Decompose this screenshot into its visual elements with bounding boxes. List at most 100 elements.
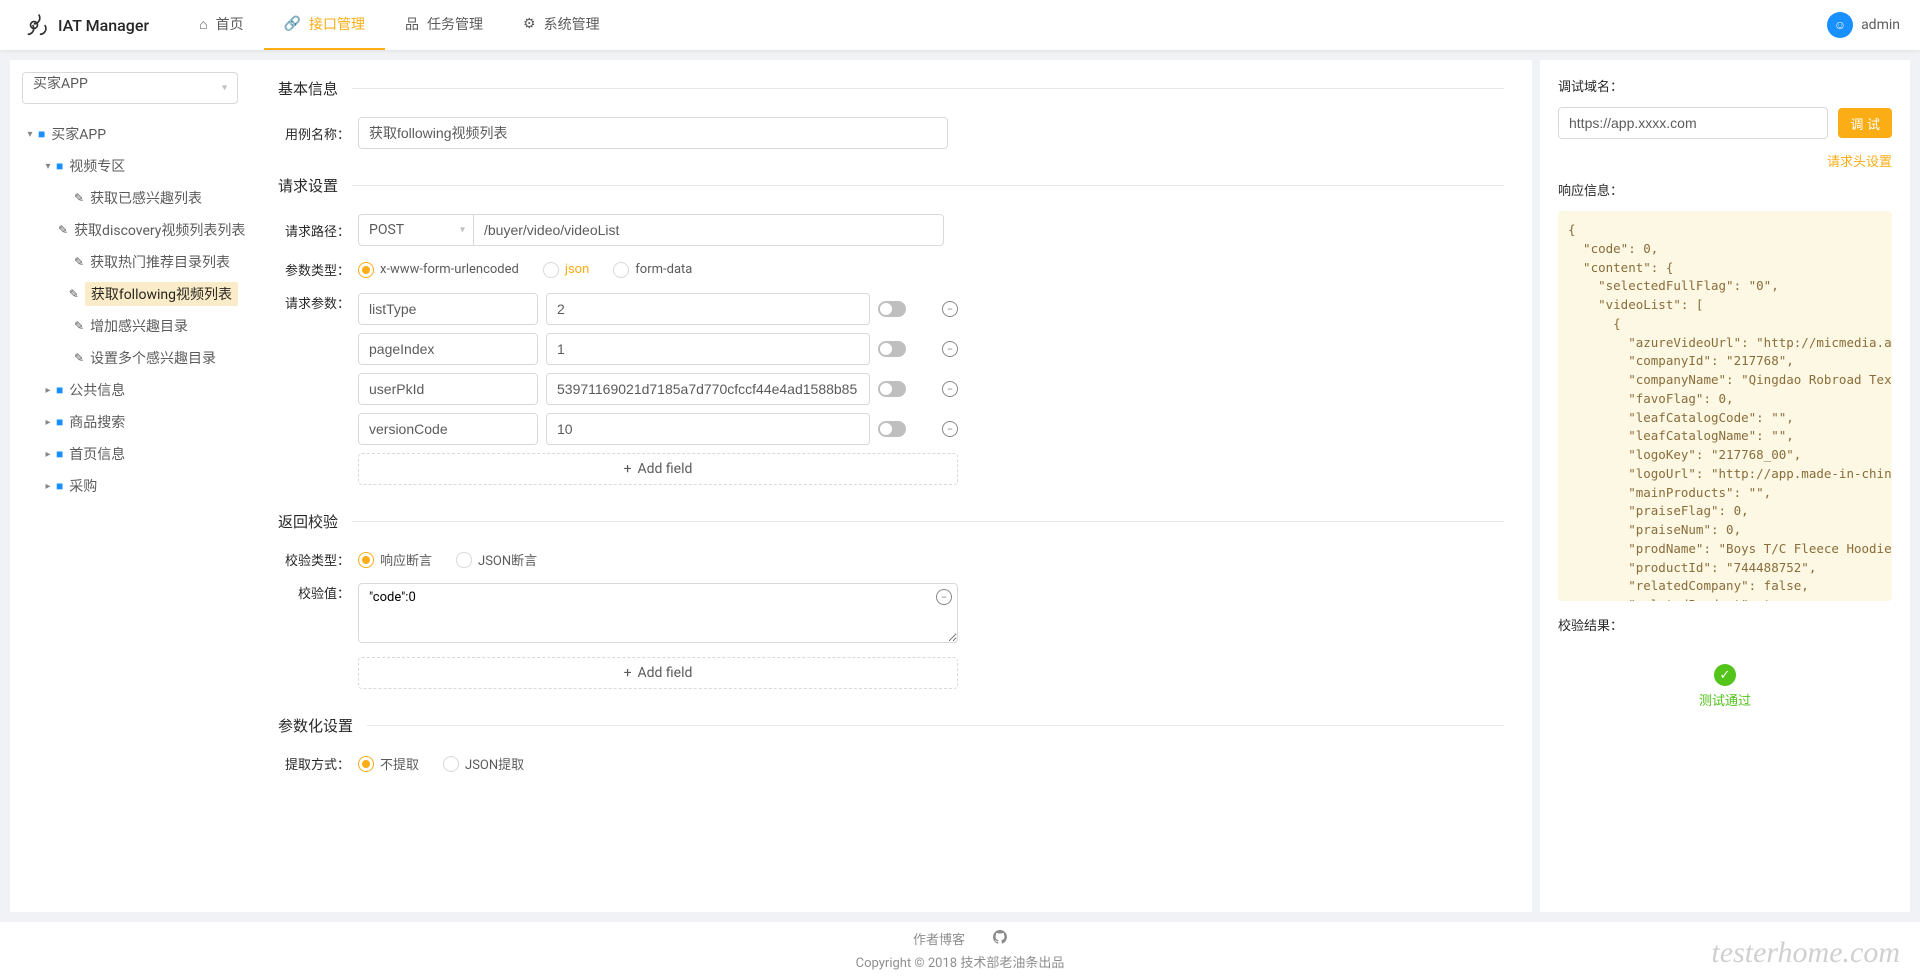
tree-item[interactable]: ✎获取热门推荐目录列表	[58, 246, 238, 278]
method-select[interactable]: POST▾	[358, 214, 474, 246]
debug-button[interactable]: 调 试	[1838, 108, 1892, 138]
tree-item[interactable]: ✎增加感兴趣目录	[58, 310, 238, 342]
param-key-input[interactable]	[358, 413, 538, 445]
main-content: 基本信息 用例名称： 请求设置 请求路径： POST▾ 参数类型： x-www-…	[250, 60, 1532, 912]
label-request-path: 请求路径：	[278, 221, 350, 240]
radio-no-extract[interactable]: 不提取	[358, 754, 419, 773]
remove-check-button[interactable]: −	[936, 589, 952, 605]
biohazard-icon	[20, 11, 48, 39]
label-request-params: 请求参数：	[278, 293, 350, 312]
folder-icon: ■	[56, 479, 63, 493]
gear-icon: ⚙	[523, 16, 536, 32]
tree: ▾■买家APP ▾■视频专区 ✎ 获取已感兴趣列表 ✎获取discovery视频列表…	[22, 118, 238, 502]
param-row: −	[358, 413, 958, 445]
param-row: −	[358, 293, 958, 325]
add-param-button[interactable]: +Add field	[358, 453, 958, 485]
tree-item[interactable]: ✎获取discovery视频列表列表	[58, 214, 238, 246]
remove-param-button[interactable]: −	[942, 381, 958, 397]
logo[interactable]: IAT Manager	[20, 11, 149, 39]
node-label: 获取已感兴趣列表	[90, 186, 202, 210]
radio-json-assert[interactable]: JSON断言	[456, 550, 537, 569]
param-value-input[interactable]	[546, 333, 870, 365]
nav-tasks[interactable]: 品任务管理	[385, 0, 503, 50]
param-key-input[interactable]	[358, 333, 538, 365]
radio-label: JSON断言	[478, 550, 537, 569]
app-title: IAT Manager	[58, 16, 149, 35]
label-param-type: 参数类型：	[278, 260, 350, 279]
request-headers-link[interactable]: 请求头设置	[1827, 155, 1892, 170]
param-key-input[interactable]	[358, 293, 538, 325]
param-toggle[interactable]	[878, 421, 906, 437]
app-select[interactable]: 买家APP ▾	[22, 72, 238, 104]
label-extract-mode: 提取方式：	[278, 754, 350, 773]
edit-icon: ✎	[69, 287, 79, 301]
param-toggle[interactable]	[878, 341, 906, 357]
radio-form-data[interactable]: form-data	[613, 262, 692, 278]
check-result-badge: ✓ 测试通过	[1558, 646, 1892, 727]
domain-input[interactable]	[1558, 107, 1828, 139]
tree-folder[interactable]: ▸■首页信息	[40, 438, 238, 470]
tree-item[interactable]: ✎设置多个感兴趣目录	[58, 342, 238, 374]
app-select-value: 买家APP	[33, 76, 88, 92]
caret-down-icon: ▾	[22, 129, 38, 140]
tree-folder[interactable]: ▸■公共信息	[40, 374, 238, 406]
grid-icon: 品	[405, 14, 419, 34]
radio-response-assert[interactable]: 响应断言	[358, 550, 432, 569]
caret-down-icon: ▾	[40, 161, 56, 172]
check-value-input[interactable]	[358, 583, 958, 643]
header: IAT Manager ⌂首页 🔗接口管理 品任务管理 ⚙ 系统管理 ☺ admi…	[0, 0, 1920, 50]
param-toggle[interactable]	[878, 301, 906, 317]
avatar[interactable]: ☺	[1827, 12, 1853, 38]
link-icon: 🔗	[284, 16, 301, 32]
footer: 作者博客 Copyright © 2018 技术部老油条出品	[0, 922, 1920, 978]
param-toggle[interactable]	[878, 381, 906, 397]
edit-icon: ✎	[74, 191, 84, 205]
github-link[interactable]	[993, 930, 1007, 948]
nav-label: 系统管理	[544, 14, 600, 34]
param-key-input[interactable]	[358, 373, 538, 405]
param-value-input[interactable]	[546, 373, 870, 405]
param-value-input[interactable]	[546, 293, 870, 325]
plus-icon: +	[624, 461, 632, 477]
nav-system[interactable]: ⚙ 系统管理	[503, 0, 620, 50]
label-case-name: 用例名称：	[278, 124, 350, 143]
param-row: −	[358, 333, 958, 365]
section-title: 请求设置	[278, 175, 1504, 196]
debug-panel: 调试域名： 调 试 请求头设置 响应信息： { "code": 0, "cont…	[1540, 60, 1910, 912]
radio-json[interactable]: json	[543, 262, 589, 278]
label-check-value: 校验值：	[278, 583, 350, 602]
radio-label: form-data	[635, 262, 692, 277]
chevron-down-icon: ▾	[460, 225, 465, 236]
nav-interface[interactable]: 🔗接口管理	[264, 0, 385, 50]
main-nav: ⌂首页 🔗接口管理 品任务管理 ⚙ 系统管理	[179, 0, 619, 50]
label-check-result: 校验结果：	[1558, 615, 1634, 634]
tree-folder[interactable]: ▸■商品搜索	[40, 406, 238, 438]
radio-json-extract[interactable]: JSON提取	[443, 754, 524, 773]
caret-right-icon: ▸	[40, 385, 56, 396]
remove-param-button[interactable]: −	[942, 301, 958, 317]
user-name[interactable]: admin	[1861, 17, 1900, 33]
tree-item[interactable]: ✎获取following视频列表	[58, 278, 238, 310]
tree-item[interactable]: ✎ 获取已感兴趣列表	[58, 182, 238, 214]
tree-root[interactable]: ▾■买家APP	[22, 118, 238, 150]
label-response: 响应信息：	[1558, 180, 1634, 199]
section-param-config: 参数化设置 提取方式： 不提取 JSON提取	[278, 715, 1504, 773]
blog-link[interactable]: 作者博客	[913, 929, 965, 948]
case-name-input[interactable]	[358, 117, 948, 149]
label-domain: 调试域名：	[1558, 76, 1634, 95]
tree-folder[interactable]: ▸■采购	[40, 470, 238, 502]
check-circle-icon: ✓	[1714, 664, 1736, 686]
tree-folder-video[interactable]: ▾■视频专区	[40, 150, 238, 182]
add-field-label: Add field	[638, 665, 693, 681]
radio-urlencoded[interactable]: x-www-form-urlencoded	[358, 262, 519, 278]
response-body[interactable]: { "code": 0, "content": { "selectedFullF…	[1558, 211, 1892, 601]
section-title: 参数化设置	[278, 715, 1504, 736]
path-input[interactable]	[474, 214, 944, 246]
radio-label: json	[565, 262, 589, 277]
nav-home[interactable]: ⌂首页	[179, 0, 263, 50]
add-check-button[interactable]: +Add field	[358, 657, 958, 689]
remove-param-button[interactable]: −	[942, 341, 958, 357]
param-value-input[interactable]	[546, 413, 870, 445]
remove-param-button[interactable]: −	[942, 421, 958, 437]
github-icon	[993, 930, 1007, 944]
